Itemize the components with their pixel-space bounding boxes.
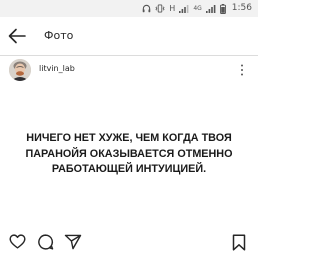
avatar-image xyxy=(9,59,31,81)
comment-icon[interactable] xyxy=(37,234,54,250)
status-icons: H 4G 1:56 xyxy=(142,3,252,14)
post-header: litvin_lab xyxy=(0,56,258,88)
post-text-line: РАБОТАЮЩЕЙ ИНТУИЦИЕЙ. xyxy=(51,163,207,175)
app-bar: Фото xyxy=(0,17,258,56)
share-icon[interactable] xyxy=(64,234,82,250)
headphones-icon xyxy=(143,4,151,13)
post-action-bar xyxy=(0,228,258,258)
post-text-line: НИЧЕГО НЕТ ХУЖЕ, ЧЕМ КОГДА ТВОЯ xyxy=(26,132,232,144)
more-vertical-icon[interactable] xyxy=(240,64,244,76)
page-title: Фото xyxy=(44,29,74,42)
network-type-label-2: 4G xyxy=(193,5,202,12)
status-bar: H 4G 1:56 xyxy=(0,0,258,17)
post-text-line: ПАРАНОЙЯ ОКАЗЫВАЕТСЯ ОТМЕННО xyxy=(25,147,233,160)
network-type-label: H xyxy=(169,4,176,13)
post-username[interactable]: litvin_lab xyxy=(39,63,75,75)
post-image[interactable]: НИЧЕГО НЕТ ХУЖЕ, ЧЕМ КОГДА ТВОЯ ПАРАНОЙЯ… xyxy=(0,88,258,228)
vibrate-icon xyxy=(155,4,165,13)
post-image-text: НИЧЕГО НЕТ ХУЖЕ, ЧЕМ КОГДА ТВОЯ ПАРАНОЙЯ… xyxy=(10,131,248,178)
bookmark-icon[interactable] xyxy=(232,234,246,251)
signal-icon xyxy=(179,5,189,13)
instagram-post-screen: H 4G 1:56 Фото litvin_lab НИЧЕГО НЕТ ХУЖ… xyxy=(0,0,258,258)
avatar[interactable] xyxy=(9,59,31,81)
signal-icon xyxy=(205,5,216,13)
arrow-left-icon[interactable] xyxy=(7,27,27,45)
clock-time: 1:56 xyxy=(231,3,252,13)
battery-icon xyxy=(219,3,226,14)
heart-icon[interactable] xyxy=(9,234,26,249)
